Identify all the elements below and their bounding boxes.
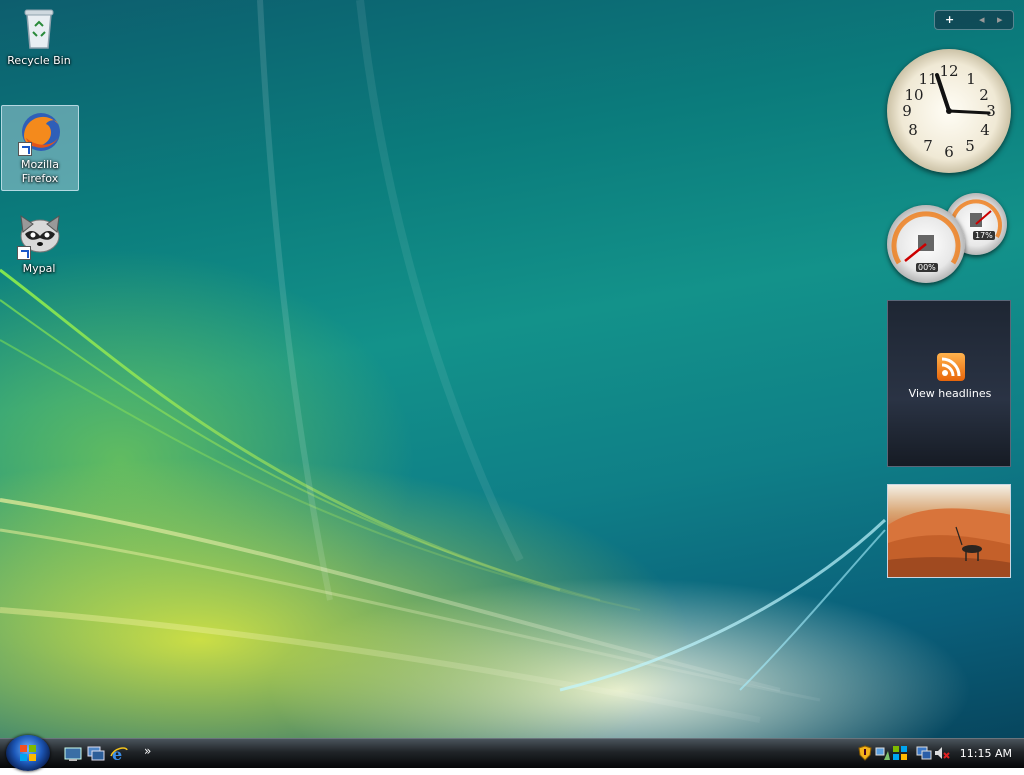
oryx-desert-photo bbox=[888, 508, 1010, 577]
desktop-icon-firefox[interactable]: Mozilla Firefox bbox=[1, 105, 79, 191]
desktop-icon-recycle-bin[interactable]: Recycle Bin bbox=[1, 2, 77, 68]
previous-page-button[interactable]: ◂ bbox=[979, 13, 985, 26]
sidebar-controls: + ◂ ▸ bbox=[934, 10, 1014, 30]
desktop-icon-label: Mypal bbox=[22, 262, 56, 275]
wallpaper-waves bbox=[0, 0, 887, 723]
windows-start-orb[interactable] bbox=[6, 735, 50, 771]
memory-percent: 17% bbox=[973, 231, 995, 240]
show-desktop-icon[interactable] bbox=[64, 746, 82, 762]
clock-number: 4 bbox=[980, 121, 990, 139]
clock-number: 10 bbox=[904, 86, 923, 104]
desktop-icon-label: Mozilla Firefox bbox=[21, 158, 59, 185]
switch-windows-icon[interactable] bbox=[87, 746, 105, 762]
system-clock[interactable]: 11:15 AM bbox=[960, 747, 1012, 760]
add-gadget-button[interactable]: + bbox=[945, 13, 954, 26]
system-tray: 11:15 AM bbox=[854, 739, 1024, 769]
clock-face: 12 1 2 3 4 5 6 7 8 9 10 11 bbox=[902, 62, 996, 161]
desktop[interactable]: Recycle Bin Mozilla Firefox Mypal + ◂ ▸ … bbox=[0, 0, 1024, 738]
slideshow-gadget[interactable] bbox=[887, 484, 1011, 578]
shortcut-arrow-icon bbox=[18, 142, 32, 156]
clock-number: 12 bbox=[939, 62, 958, 80]
security-shield-icon[interactable] bbox=[858, 745, 872, 761]
clock-number: 6 bbox=[944, 143, 954, 161]
clock-gadget[interactable]: 12 1 2 3 4 5 6 7 8 9 10 11 bbox=[887, 49, 1011, 173]
taskbar: e » 11:15 AM bbox=[0, 735, 1024, 771]
cpu-gauge[interactable]: 00% bbox=[887, 205, 965, 283]
internet-explorer-icon[interactable]: e bbox=[110, 745, 128, 764]
desktop-icon-label: Recycle Bin bbox=[7, 54, 71, 67]
view-headlines-link[interactable]: View headlines bbox=[888, 387, 1012, 400]
clock-number: 7 bbox=[923, 137, 933, 155]
mypal-icon bbox=[15, 212, 63, 260]
display-icon[interactable] bbox=[916, 745, 932, 761]
clock-number: 11 bbox=[918, 70, 937, 88]
feed-headlines-gadget[interactable]: View headlines bbox=[887, 300, 1011, 467]
recycle-bin-icon bbox=[15, 4, 63, 52]
quick-launch-chevron[interactable]: » bbox=[144, 744, 151, 758]
firefox-icon bbox=[16, 108, 64, 156]
clock-number: 3 bbox=[986, 102, 996, 120]
windows-update-icon[interactable] bbox=[892, 745, 908, 761]
clock-number: 1 bbox=[966, 70, 976, 88]
desktop-icon-mypal[interactable]: Mypal bbox=[1, 210, 77, 276]
network-icon[interactable] bbox=[875, 745, 891, 761]
clock-number: 5 bbox=[965, 137, 975, 155]
clock-number: 8 bbox=[908, 121, 918, 139]
volume-muted-icon[interactable] bbox=[934, 745, 950, 761]
clock-minute-hand bbox=[947, 109, 991, 115]
rss-icon bbox=[937, 353, 965, 381]
clock-number: 9 bbox=[902, 102, 912, 120]
clock-hour-hand bbox=[935, 73, 951, 113]
shortcut-arrow-icon bbox=[17, 246, 31, 260]
cpu-percent: 00% bbox=[916, 263, 938, 272]
next-page-button[interactable]: ▸ bbox=[997, 13, 1003, 26]
